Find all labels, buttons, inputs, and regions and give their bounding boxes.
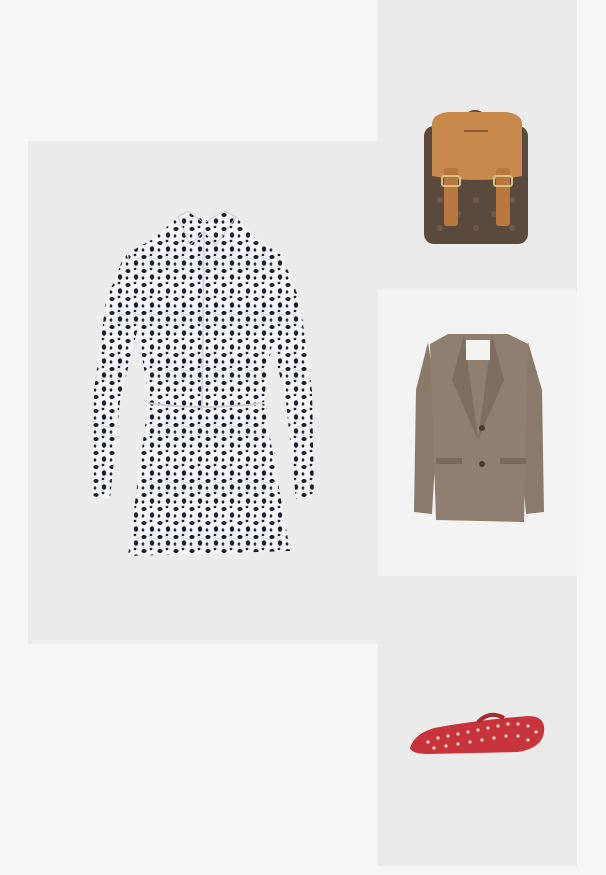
product-tile-backpack[interactable] bbox=[378, 0, 577, 290]
product-tile-shoes[interactable] bbox=[378, 576, 577, 866]
monogram-backpack-image bbox=[424, 110, 528, 244]
product-tile-blazer[interactable] bbox=[378, 290, 577, 576]
leopard-print-shirt-dress-image bbox=[92, 210, 314, 556]
product-tile-dress[interactable] bbox=[28, 141, 378, 644]
studded-mary-jane-flat-image bbox=[410, 712, 545, 754]
houndstooth-blazer-image bbox=[414, 334, 544, 522]
